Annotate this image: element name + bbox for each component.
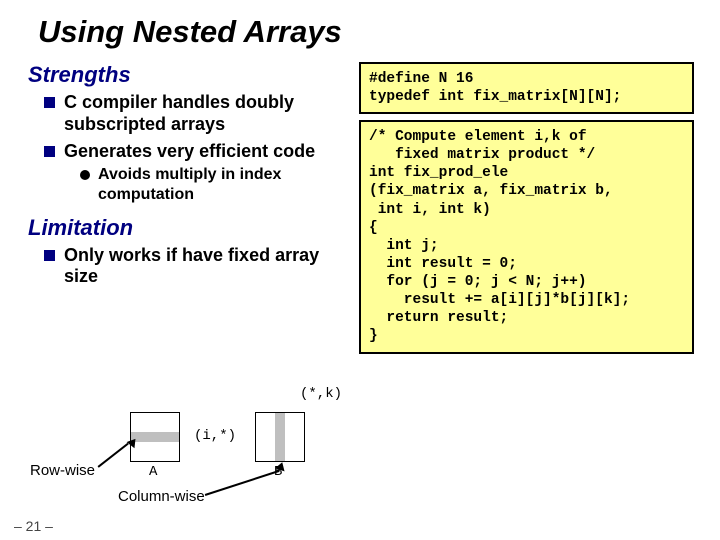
sublist: Avoids multiply in index computation (80, 165, 342, 205)
page-number: – 21 – (14, 518, 53, 534)
bullet: Generates very efficient code Avoids mul… (42, 141, 342, 205)
limitation-list: Only works if have fixed array size (42, 245, 342, 288)
row-wise-text: Row-wise (30, 462, 95, 479)
i-star-label: (i,*) (194, 428, 236, 444)
bullet: Only works if have fixed array size (42, 245, 342, 288)
strengths-list: C compiler handles doubly subscripted ar… (42, 92, 342, 205)
slide-title: Using Nested Arrays (38, 14, 700, 50)
sub-bullet: Avoids multiply in index computation (80, 165, 342, 205)
code-function: /* Compute element i,k of fixed matrix p… (359, 120, 694, 354)
code-define: #define N 16 typedef int fix_matrix[N][N… (359, 62, 694, 114)
matrix-a-label: A (149, 464, 157, 480)
arrow-line (98, 443, 129, 468)
star-k-label: (*,k) (300, 386, 342, 402)
matrix-b (255, 412, 305, 462)
column-wise-text: Column-wise (118, 488, 205, 505)
bullet-text: Generates very efficient code (64, 141, 315, 161)
bullet: C compiler handles doubly subscripted ar… (42, 92, 342, 135)
matrix-a (130, 412, 180, 462)
matrix-b-col (275, 413, 285, 461)
arrow-line2 (205, 470, 280, 496)
